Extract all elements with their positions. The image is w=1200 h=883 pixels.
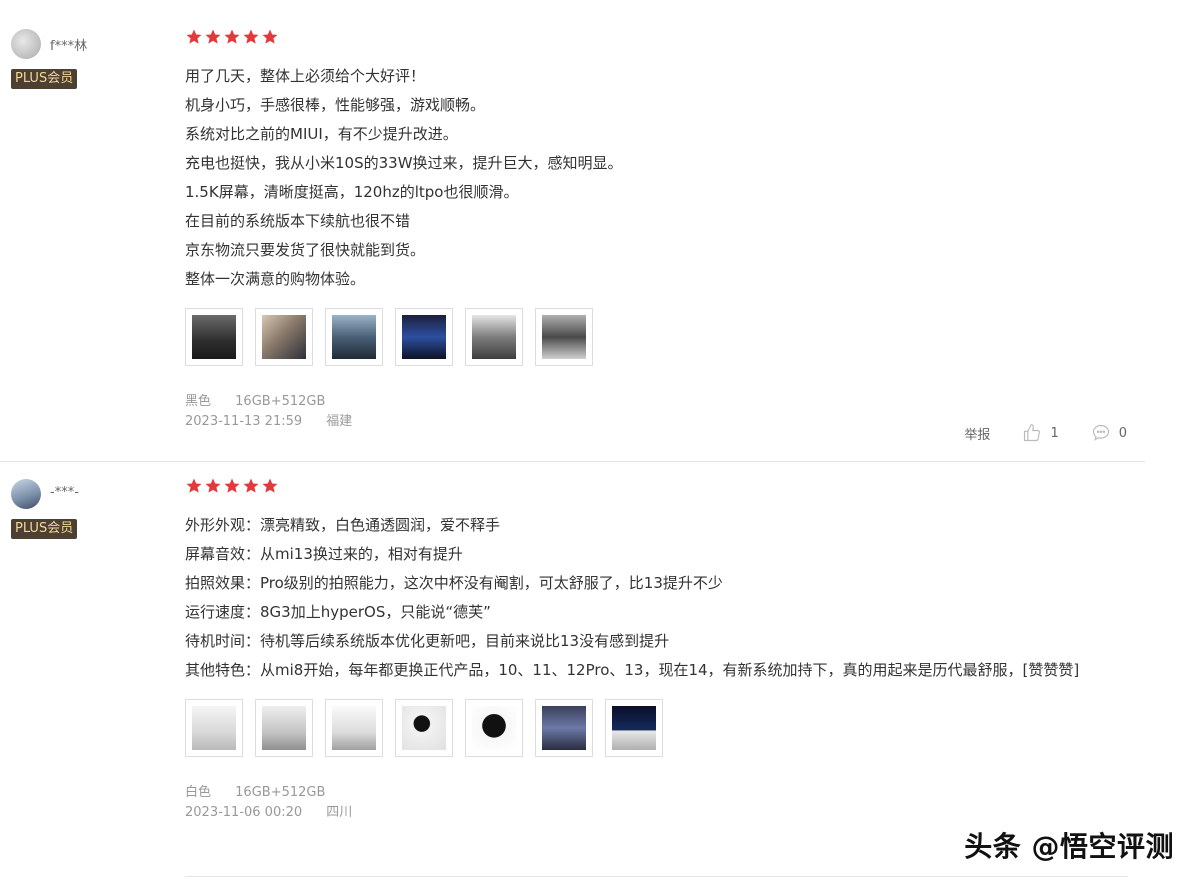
product-spec: 16GB+512GB (235, 394, 326, 409)
review-line: 屏幕音效：从mi13换过来的，相对有提升 (185, 545, 463, 563)
photo-thumbnails (185, 308, 1125, 366)
photo-thumbnail[interactable] (395, 699, 453, 757)
review-location: 四川 (326, 805, 353, 820)
product-color: 黑色 (185, 394, 212, 409)
review-line: 系统对比之前的MIUI，有不少提升改进。 (185, 125, 458, 143)
photo-thumbnail[interactable] (465, 308, 523, 366)
review-text: 用了几天，整体上必须给个大好评！ 机身小巧，手感很棒，性能够强，游戏顺畅。 系统… (185, 62, 1125, 294)
review-content: 外形外观：漂亮精致，白色通透圆润，爱不释手 屏幕音效：从mi13换过来的，相对有… (185, 477, 1125, 823)
plus-member-badge: PLUS会员 (11, 519, 78, 539)
photo-thumbnail[interactable] (325, 308, 383, 366)
review-line: 在目前的系统版本下续航也很不错 (185, 212, 411, 230)
divider (185, 876, 1128, 877)
comment-bubble-icon (1092, 424, 1109, 441)
review-date: 2023-11-06 00:20 (185, 805, 303, 820)
star-icon (224, 29, 240, 44)
review-line: 其他特色：从mi8开始，每年都更换正代产品，10、11、12Pro、13，现在1… (185, 661, 1080, 679)
photo-thumbnail[interactable] (325, 699, 383, 757)
avatar[interactable] (11, 29, 41, 59)
review-content: 用了几天，整体上必须给个大好评！ 机身小巧，手感很棒，性能够强，游戏顺畅。 系统… (185, 28, 1125, 432)
review-date: 2023-11-13 21:59 (185, 414, 303, 429)
report-link[interactable]: 举报 (964, 424, 990, 443)
star-icon (186, 29, 202, 44)
product-spec: 16GB+512GB (235, 785, 326, 800)
review-item: f***林 PLUS会员 用了几天，整体上必须给个大好评！ 机身小巧，手感很棒，… (0, 0, 1145, 462)
photo-thumbnail[interactable] (605, 699, 663, 757)
star-icon (262, 478, 278, 493)
photo-thumbnail[interactable] (185, 308, 243, 366)
review-line: 待机时间：待机等后续系统版本优化更新吧，目前来说比13没有感到提升 (185, 632, 670, 650)
reviewer-name: f***林 (50, 39, 88, 54)
star-icon (205, 29, 221, 44)
star-icon (205, 478, 221, 493)
star-rating (185, 477, 1125, 497)
photo-thumbnail[interactable] (535, 699, 593, 757)
review-line: 拍照效果：Pro级别的拍照能力，这次中杯没有阉割，可太舒服了，比13提升不少 (185, 574, 723, 592)
thumbs-up-icon (1024, 424, 1041, 442)
product-color: 白色 (185, 785, 212, 800)
review-line: 充电也挺快，我从小米10S的33W换过来，提升巨大，感知明显。 (185, 154, 623, 172)
photo-thumbnail[interactable] (185, 699, 243, 757)
star-icon (243, 478, 259, 493)
star-icon (224, 478, 240, 493)
review-line: 外形外观：漂亮精致，白色通透圆润，爱不释手 (185, 516, 501, 534)
photo-thumbnails (185, 699, 1125, 757)
reviewer-name: -***- (50, 485, 79, 500)
review-line: 运行速度：8G3加上hyperOS，只能说“德芙” (185, 603, 491, 621)
review-line: 机身小巧，手感很棒，性能够强，游戏顺畅。 (185, 96, 486, 114)
star-icon (186, 478, 202, 493)
photo-thumbnail[interactable] (255, 699, 313, 757)
review-item: -***- PLUS会员 外形外观：漂亮精致，白色通透圆润，爱不释手 屏幕音效：… (0, 462, 1145, 883)
star-icon (243, 29, 259, 44)
review-line: 1.5K屏幕，清晰度挺高，120hz的ltpo也很顺滑。 (185, 183, 519, 201)
purchase-meta: 白色 16GB+512GB 2023-11-06 00:20 四川 (185, 783, 1125, 823)
like-count: 1 (1050, 425, 1059, 441)
star-rating (185, 28, 1125, 48)
avatar[interactable] (11, 479, 41, 509)
plus-member-badge: PLUS会员 (11, 69, 78, 89)
photo-thumbnail[interactable] (255, 308, 313, 366)
watermark: 头条 @悟空评测 (964, 830, 1174, 863)
comment-count: 0 (1118, 425, 1127, 441)
photo-thumbnail[interactable] (465, 699, 523, 757)
photo-thumbnail[interactable] (535, 308, 593, 366)
review-location: 福建 (326, 414, 353, 429)
review-actions: 举报 1 0 (964, 423, 1127, 443)
review-text: 外形外观：漂亮精致，白色通透圆润，爱不释手 屏幕音效：从mi13换过来的，相对有… (185, 511, 1125, 685)
like-button[interactable]: 1 (1022, 423, 1059, 443)
photo-thumbnail[interactable] (395, 308, 453, 366)
review-line: 京东物流只要发货了很快就能到货。 (185, 241, 426, 259)
review-line: 用了几天，整体上必须给个大好评！ (185, 67, 426, 85)
comment-button[interactable]: 0 (1091, 423, 1127, 443)
review-line: 整体一次满意的购物体验。 (185, 270, 366, 288)
star-icon (262, 29, 278, 44)
